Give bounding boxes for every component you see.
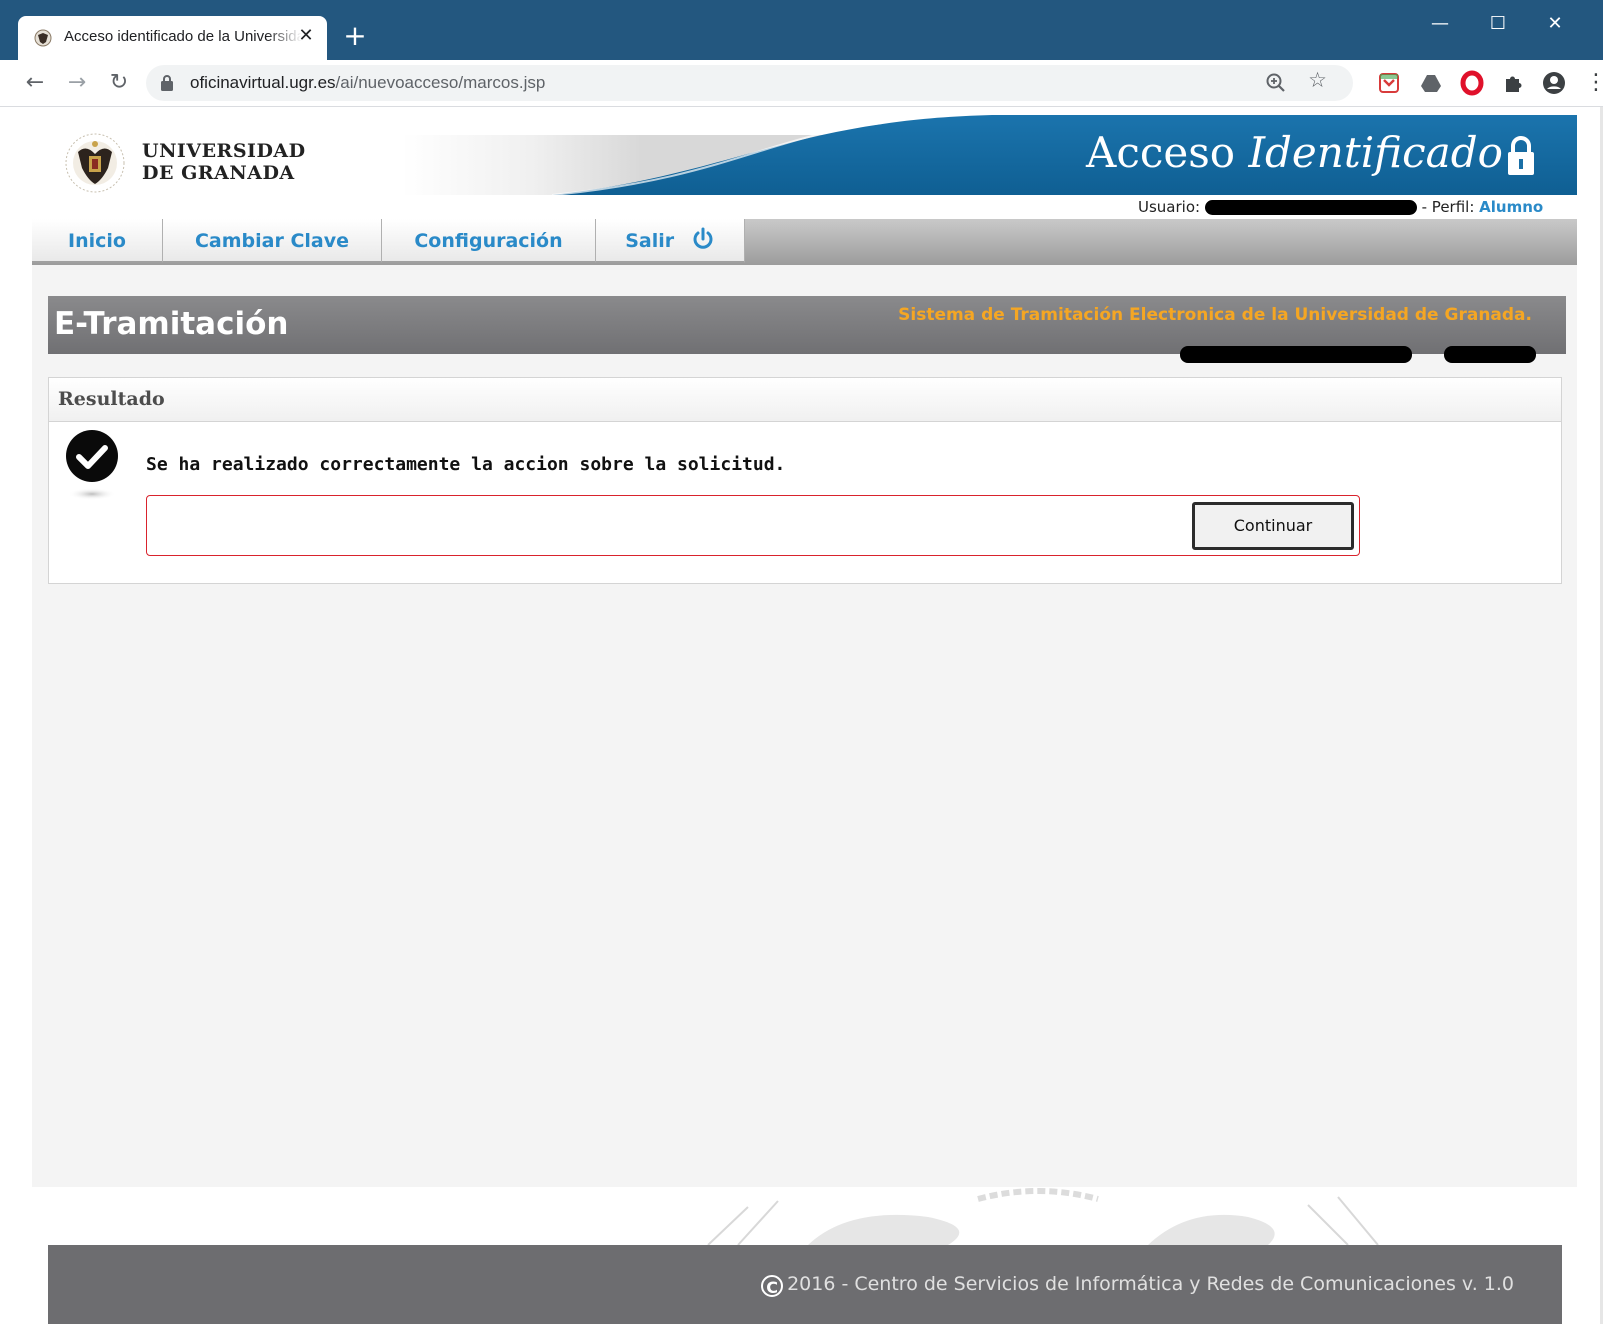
- padlock-icon: [1508, 136, 1534, 175]
- title-italic: Identificado: [1248, 128, 1503, 177]
- maximize-button[interactable]: ☐: [1478, 8, 1518, 40]
- main-menu: Inicio Cambiar Clave Configuración Salir: [32, 219, 1577, 265]
- result-heading: Resultado: [58, 388, 165, 410]
- usuario-label: Usuario:: [1138, 198, 1201, 216]
- window-close-button[interactable]: ✕: [1535, 8, 1575, 40]
- forward-arrow-icon[interactable]: →: [62, 68, 92, 98]
- lock-icon: [161, 75, 173, 91]
- success-message: Se ha realizado correctamente la accion …: [146, 454, 786, 475]
- logo-line-2: DE GRANADA: [142, 162, 295, 184]
- action-box: [146, 495, 1360, 556]
- browser-toolbar: ← → ↻ oficinavirtual.ugr.es/ai/nuevoacce…: [0, 60, 1603, 107]
- bookmark-star-icon[interactable]: ☆: [1308, 68, 1327, 92]
- drive-extension-icon[interactable]: [1418, 70, 1444, 96]
- url-host: oficinavirtual.ugr.es: [190, 73, 336, 92]
- title-plain: Acceso: [1086, 128, 1236, 177]
- menu-item-cambiar-clave[interactable]: Cambiar Clave: [163, 219, 382, 263]
- address-bar[interactable]: oficinavirtual.ugr.es/ai/nuevoacceso/mar…: [146, 65, 1353, 101]
- perfil-value: Alumno: [1479, 198, 1544, 216]
- logo-line-1: UNIVERSIDAD: [142, 140, 306, 162]
- url-path: /ai/nuevoacceso/marcos.jsp: [335, 73, 546, 92]
- power-icon: [693, 227, 713, 249]
- success-check-icon: [66, 430, 118, 500]
- browser-menu-icon[interactable]: ⋮: [1585, 70, 1603, 96]
- zoom-icon[interactable]: [1263, 70, 1289, 96]
- menu-item-configuracion[interactable]: Configuración: [382, 219, 596, 263]
- ugr-seal-logo: [65, 133, 125, 193]
- reload-icon[interactable]: ↻: [104, 68, 134, 98]
- copyright-icon: C: [761, 1275, 784, 1297]
- footer-copyright: C 2016 - Centro de Servicios de Informáti…: [761, 1273, 1514, 1297]
- continuar-button[interactable]: Continuar: [1192, 502, 1354, 550]
- banner-title: E-Tramitación: [54, 306, 289, 342]
- url-text: oficinavirtual.ugr.es/ai/nuevoacceso/mar…: [190, 73, 545, 93]
- pocket-extension-icon[interactable]: [1376, 70, 1402, 96]
- redacted-info-2: [1444, 346, 1536, 363]
- footer-seal-watermark: [48, 1187, 1562, 1245]
- site-footer: C 2016 - Centro de Servicios de Informáti…: [48, 1245, 1562, 1324]
- acceso-identificado-title: Acceso Identificado: [1086, 128, 1503, 177]
- tab-close-icon[interactable]: ✕: [294, 24, 318, 48]
- redacted-username: [1204, 200, 1417, 215]
- back-arrow-icon[interactable]: ←: [20, 68, 50, 98]
- browser-tab[interactable]: Acceso identificado de la Universidad de…: [18, 16, 327, 60]
- opera-extension-icon[interactable]: [1459, 70, 1485, 96]
- minimize-button[interactable]: —: [1420, 8, 1460, 40]
- tab-title: Acceso identificado de la Universidad de…: [64, 28, 302, 45]
- menu-item-salir[interactable]: Salir: [596, 219, 745, 263]
- result-panel-header: Resultado: [49, 378, 1561, 422]
- university-logo-text: UNIVERSIDAD DE GRANADA: [142, 140, 306, 184]
- profile-avatar-icon[interactable]: [1541, 70, 1567, 96]
- menu-item-inicio[interactable]: Inicio: [32, 219, 163, 263]
- user-profile-line: Usuario: - Perfil: Alumno: [1138, 198, 1543, 216]
- browser-titlebar: Acceso identificado de la Universidad de…: [0, 0, 1603, 60]
- redacted-info-1: [1180, 346, 1412, 363]
- ugr-favicon-icon: [34, 29, 52, 47]
- footer-watermark: [48, 1187, 1562, 1245]
- perfil-label: - Perfil:: [1421, 198, 1475, 216]
- banner-subtitle: Sistema de Tramitación Electronica de la…: [898, 305, 1532, 325]
- new-tab-button[interactable]: +: [340, 22, 370, 52]
- puzzle-extensions-icon[interactable]: [1500, 70, 1526, 96]
- footer-text: 2016 - Centro de Servicios de Informátic…: [787, 1273, 1514, 1295]
- salir-label: Salir: [625, 230, 675, 252]
